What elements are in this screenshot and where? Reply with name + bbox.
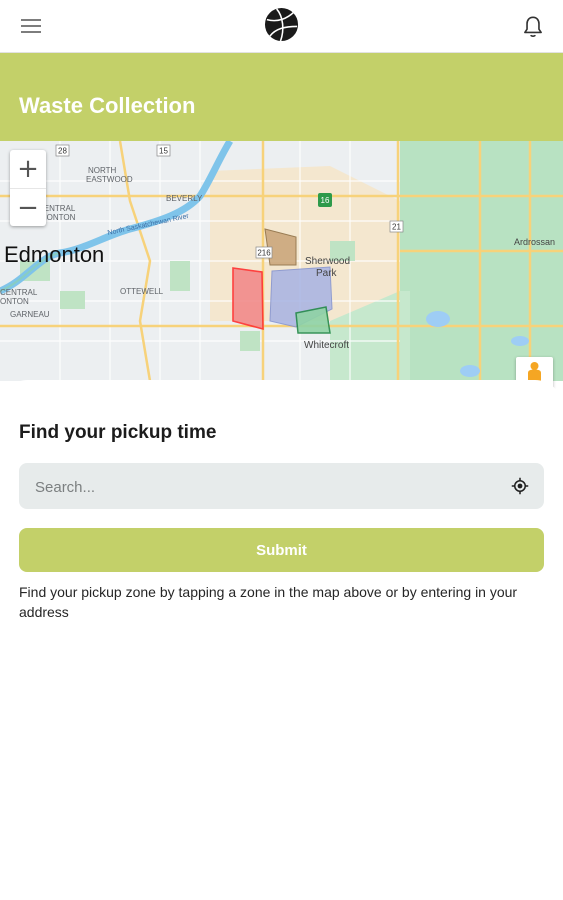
map-label-central-2: CENTRAL (0, 288, 38, 297)
page-header-band: Waste Collection (0, 53, 563, 141)
map-label-north-eastwood: NORTH (88, 166, 117, 175)
pickup-sheet: Find your pickup time Submit Find your p… (0, 380, 563, 900)
map-label-park: Park (316, 268, 338, 279)
basketball-logo-icon (264, 7, 299, 42)
helper-text: Find your pickup zone by tapping a zone … (19, 584, 518, 620)
hwy-21-label: 21 (392, 223, 401, 232)
my-location-icon[interactable] (511, 477, 529, 495)
hamburger-menu-icon[interactable] (21, 19, 41, 33)
map-label-ottewell: OTTEWELL (120, 287, 164, 296)
hwy-15-label: 15 (159, 147, 168, 156)
bell-icon[interactable] (520, 14, 546, 40)
zoom-in-button[interactable]: + (10, 150, 46, 188)
submit-button[interactable]: Submit (19, 528, 544, 572)
map-label-sherwood: Sherwood (305, 256, 350, 267)
map-label-garneau: GARNEAU (10, 310, 50, 319)
map-label-whitecroft: Whitecroft (304, 340, 349, 351)
search-box (19, 463, 544, 511)
zoom-out-button[interactable]: − (10, 188, 46, 227)
hwy-28-label: 28 (58, 147, 67, 156)
map-label-north-eastwood-2: EASTWOOD (86, 175, 133, 184)
top-app-bar (0, 0, 563, 53)
address-search-input[interactable] (33, 463, 507, 511)
map-canvas[interactable]: 28 15 16 21 216 NORTH EASTWOOD BEVERLY C… (0, 141, 563, 381)
map-zoom-control: + − (10, 150, 46, 226)
map-label-central-2b: ONTON (0, 297, 29, 306)
map-city-label: Edmonton (4, 242, 104, 267)
hwy-216-label: 216 (257, 249, 271, 258)
map-label-beverly: BEVERLY (166, 194, 203, 203)
zone-map[interactable]: 28 15 16 21 216 NORTH EASTWOOD BEVERLY C… (0, 141, 563, 381)
page-title: Waste Collection (19, 93, 196, 118)
pickup-heading: Find your pickup time (19, 422, 217, 443)
hwy-16-label: 16 (321, 196, 330, 205)
map-label-ardrossan: Ardrossan (514, 237, 555, 247)
